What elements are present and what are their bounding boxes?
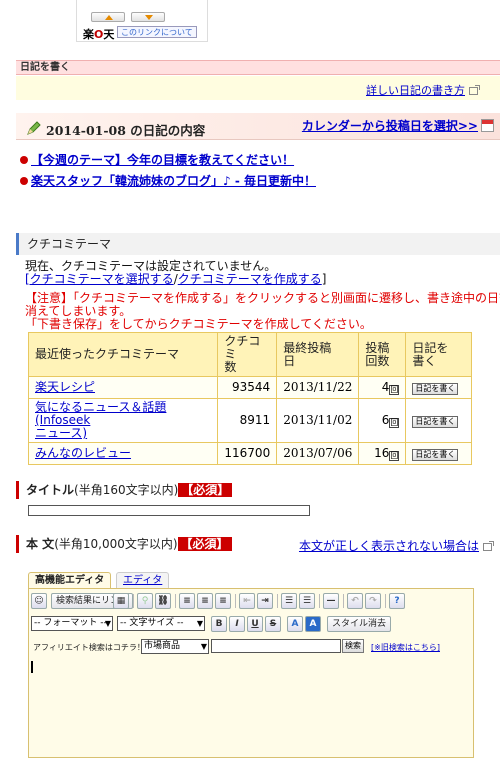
affiliate-label: アフィリエイト検索はコチラ！ bbox=[33, 643, 145, 652]
body-display-help-link[interactable]: 本文が正しく表示されない場合は bbox=[299, 537, 494, 555]
toolbar-row-2: -- フォーマット -- -- 文字サイズ -- B I U S A A スタイ… bbox=[31, 616, 471, 632]
calendar-icon[interactable] bbox=[481, 119, 494, 132]
body-textarea[interactable] bbox=[29, 657, 473, 757]
align-center-icon[interactable]: ≡ bbox=[197, 593, 213, 609]
help-icon[interactable]: ? bbox=[389, 593, 405, 609]
bullet-icon bbox=[20, 177, 28, 185]
toolbar-row-1: ☺ 検索結果にリンク ▦ ⚲ ⛓ ≡ ≡ ≡ ⇤ ⇥ ☰ ☰ — ↶ ↷ ? bbox=[31, 593, 471, 609]
body-field-heading: 本 文(半角10,000文字以内) 【必須】 本文が正しく表示されない場合は bbox=[16, 535, 500, 553]
theme-cell: 気になるニュース＆話題(Infoseek ニュース) bbox=[27, 398, 219, 443]
recent-kuchikomi-table: 最近使ったクチコミテーマ クチコミ数 最終投稿日 投稿 回数 日記を 書く 楽天レシ… bbox=[27, 332, 472, 465]
last-post-cell: 2013/07/06 bbox=[276, 442, 360, 465]
table-row: みんなのレビュー 116700 2013/07/06 16回 日記を書く bbox=[27, 442, 472, 465]
emoji-icon[interactable]: ☺ bbox=[31, 593, 47, 609]
header-write: 日記を 書く bbox=[405, 332, 472, 377]
write-diary-bar: 日記を書く bbox=[16, 60, 500, 75]
indent-icon[interactable]: ⇥ bbox=[257, 593, 273, 609]
last-post-cell: 2013/11/02 bbox=[276, 398, 360, 443]
bullet-icon bbox=[20, 156, 28, 164]
table-row: 気になるニュース＆話題(Infoseek ニュース) 8911 2013/11/0… bbox=[27, 398, 472, 443]
link-icon[interactable]: ⚲ bbox=[137, 593, 153, 609]
title-input[interactable] bbox=[28, 505, 310, 516]
external-link-icon bbox=[469, 85, 480, 95]
times-cell: 4回 bbox=[358, 376, 407, 399]
affiliate-search-button[interactable]: 検索 bbox=[342, 639, 364, 653]
numbered-list-icon[interactable]: ☰ bbox=[299, 593, 315, 609]
font-color-button[interactable]: A bbox=[287, 616, 303, 632]
select-kuchikomi-link[interactable]: [クチコミテーマを選択する bbox=[25, 272, 174, 286]
times-cell: 16回 bbox=[358, 442, 407, 465]
header-post-times: 投稿 回数 bbox=[358, 332, 407, 377]
redo-icon[interactable]: ↷ bbox=[365, 593, 381, 609]
tab-advanced-editor[interactable]: 高機能エディタ bbox=[28, 572, 112, 589]
editor-box: ☺ 検索結果にリンク ▦ ⚲ ⛓ ≡ ≡ ≡ ⇤ ⇥ ☰ ☰ — ↶ ↷ ? - bbox=[28, 588, 474, 758]
bold-button[interactable]: B bbox=[211, 616, 227, 632]
old-search-link[interactable]: [※旧検索はこちら] bbox=[371, 642, 440, 653]
background-color-button[interactable]: A bbox=[305, 616, 321, 632]
kuchikomi-heading: クチコミテーマ bbox=[16, 233, 500, 255]
affiliate-select[interactable]: 市場商品 bbox=[141, 639, 209, 654]
write-cell: 日記を書く bbox=[405, 376, 472, 399]
required-badge: 【必須】 bbox=[178, 483, 233, 497]
create-kuchikomi-link[interactable]: クチコミテーマを作成する bbox=[178, 272, 322, 286]
align-left-icon[interactable]: ≡ bbox=[179, 593, 195, 609]
diary-editor: 高機能エディタ エディタ ☺ 検索結果にリンク ▦ ⚲ ⛓ ≡ ≡ ≡ ⇤ ⇥ … bbox=[28, 566, 474, 758]
text-caret bbox=[31, 661, 33, 673]
outdent-icon[interactable]: ⇤ bbox=[239, 593, 255, 609]
howto-bar: 詳しい日記の書き方 bbox=[16, 76, 500, 100]
bullet-list-icon[interactable]: ☰ bbox=[281, 593, 297, 609]
write-cell: 日記を書く bbox=[405, 442, 472, 465]
underline-button[interactable]: U bbox=[247, 616, 263, 632]
undo-icon[interactable]: ↶ bbox=[347, 593, 363, 609]
header-theme: 最近使ったクチコミテーマ bbox=[27, 332, 219, 377]
write-diary-button[interactable]: 日記を書く bbox=[412, 448, 459, 461]
howto-link[interactable]: 詳しい日記の書き方 bbox=[366, 82, 480, 98]
header-last-post: 最終投稿日 bbox=[276, 332, 360, 377]
count-cell: 116700 bbox=[217, 442, 278, 465]
count-cell: 8911 bbox=[217, 398, 278, 443]
pencil-icon bbox=[27, 121, 41, 135]
write-cell: 日記を書く bbox=[405, 398, 472, 443]
external-link-icon bbox=[483, 540, 494, 551]
theme-link[interactable]: 気になるニュース＆話題(Infoseek ニュース) bbox=[35, 400, 166, 440]
diary-date-title: 2014-01-08 の日記の内容 bbox=[46, 123, 206, 138]
table-row: 楽天レシピ 93544 2013/11/22 4回 日記を書く bbox=[27, 376, 472, 399]
kuchikomi-links: [クチコミテーマを選択する/クチコミテーマを作成する] bbox=[25, 272, 327, 286]
tab-simple-editor[interactable]: エディタ bbox=[116, 572, 170, 589]
rakuten-link-widget: 楽O天 このリンクについて bbox=[76, 0, 208, 42]
theme-link[interactable]: みんなのレビュー bbox=[35, 446, 131, 460]
format-select[interactable]: -- フォーマット -- bbox=[31, 616, 113, 631]
theme-cell: 楽天レシピ bbox=[27, 376, 219, 399]
theme-cell: みんなのレビュー bbox=[27, 442, 219, 465]
scroll-down-button[interactable] bbox=[131, 12, 165, 22]
about-this-link-button[interactable]: このリンクについて bbox=[117, 26, 197, 38]
clear-style-button[interactable]: スタイル消去 bbox=[327, 616, 392, 632]
write-diary-button[interactable]: 日記を書く bbox=[412, 382, 459, 395]
count-cell: 93544 bbox=[217, 376, 278, 399]
strikethrough-button[interactable]: S bbox=[265, 616, 281, 632]
topic-link-staff-blog[interactable]: 楽天スタッフ「韓流姉妹のブログ」♪ - 毎日更新中！ bbox=[20, 172, 316, 189]
topic-link-weekly-theme[interactable]: 【今週のテーマ】今年の目標を教えてください！ bbox=[20, 151, 294, 168]
required-badge: 【必須】 bbox=[177, 537, 232, 551]
kuchikomi-notice-3: 「下書き保存」をしてからクチコミテーマを作成してください。 bbox=[25, 317, 372, 331]
italic-button[interactable]: I bbox=[229, 616, 245, 632]
calendar-select-link[interactable]: カレンダーから投稿日を選択>> bbox=[302, 117, 478, 134]
table-header-row: 最近使ったクチコミテーマ クチコミ数 最終投稿日 投稿 回数 日記を 書く bbox=[27, 332, 472, 377]
scroll-up-button[interactable] bbox=[91, 12, 125, 22]
font-size-select[interactable]: -- 文字サイズ -- bbox=[117, 616, 205, 631]
header-count: クチコミ数 bbox=[217, 332, 278, 377]
horizontal-rule-icon[interactable]: — bbox=[323, 593, 339, 609]
photo-icon[interactable]: ▦ bbox=[113, 593, 129, 609]
last-post-cell: 2013/11/22 bbox=[276, 376, 360, 399]
url-icon[interactable]: ⛓ bbox=[155, 593, 171, 609]
rakuten-logo: 楽O天 bbox=[83, 28, 115, 41]
affiliate-search-input[interactable] bbox=[211, 639, 341, 653]
align-right-icon[interactable]: ≡ bbox=[215, 593, 231, 609]
times-cell: 6回 bbox=[358, 398, 407, 443]
diary-date-heading: 2014-01-08 の日記の内容 カレンダーから投稿日を選択>> bbox=[16, 113, 500, 140]
title-field-heading: タイトル(半角160文字以内) 【必須】 bbox=[16, 481, 500, 499]
write-diary-button[interactable]: 日記を書く bbox=[412, 415, 459, 428]
theme-link[interactable]: 楽天レシピ bbox=[35, 380, 95, 394]
